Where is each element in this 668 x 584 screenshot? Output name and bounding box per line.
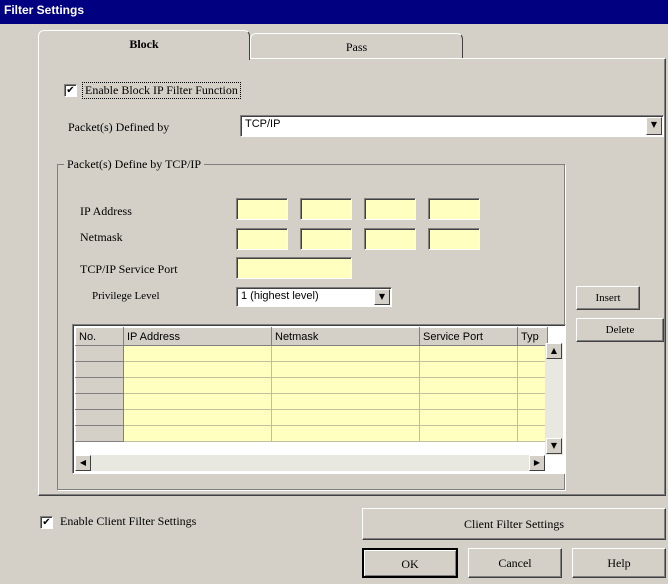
- column-header-service-port[interactable]: Service Port: [419, 327, 518, 346]
- table-cell[interactable]: [517, 377, 548, 394]
- table-cell[interactable]: [123, 409, 272, 426]
- rules-table[interactable]: No. IP Address Netmask Service Port Typ: [72, 324, 566, 474]
- table-cell[interactable]: [271, 393, 420, 410]
- privilege-level-value: 1 (highest level): [241, 290, 319, 302]
- tab-pass[interactable]: Pass: [250, 33, 463, 59]
- table-cell[interactable]: [419, 345, 518, 362]
- table-cell[interactable]: [517, 361, 548, 378]
- netmask-octet-2[interactable]: [300, 228, 352, 250]
- service-port-input[interactable]: [236, 257, 352, 279]
- privilege-level-label: Privilege Level: [92, 290, 160, 302]
- dropdown-arrow-icon[interactable]: ▼: [374, 289, 390, 305]
- column-header-ip-address[interactable]: IP Address: [123, 327, 272, 346]
- dropdown-arrow-icon[interactable]: ▼: [646, 117, 662, 135]
- table-row[interactable]: [75, 345, 548, 362]
- table-cell[interactable]: [123, 377, 272, 394]
- delete-button[interactable]: Delete: [576, 318, 664, 342]
- ip-address-octet-3[interactable]: [364, 198, 416, 220]
- table-cell[interactable]: [419, 361, 518, 378]
- column-header-type[interactable]: Typ: [517, 327, 548, 346]
- table-row[interactable]: [75, 377, 548, 394]
- table-cell[interactable]: [271, 425, 420, 442]
- table-cell[interactable]: [271, 361, 420, 378]
- ok-button[interactable]: OK: [362, 548, 458, 578]
- table-cell[interactable]: [517, 345, 548, 362]
- table-cell-no[interactable]: [75, 345, 124, 362]
- tab-block-label: Block: [129, 37, 159, 51]
- netmask-label: Netmask: [80, 230, 123, 244]
- table-cell[interactable]: [123, 345, 272, 362]
- table-cell-no[interactable]: [75, 393, 124, 410]
- table-cell-no[interactable]: [75, 409, 124, 426]
- privilege-level-select[interactable]: 1 (highest level) ▼: [236, 287, 392, 307]
- column-header-no[interactable]: No.: [75, 327, 124, 346]
- ip-address-octet-4[interactable]: [428, 198, 480, 220]
- ip-address-octet-1[interactable]: [236, 198, 288, 220]
- table-cell[interactable]: [419, 425, 518, 442]
- tab-pass-label: Pass: [345, 40, 368, 54]
- table-cell[interactable]: [123, 393, 272, 410]
- tab-block[interactable]: Block: [38, 30, 250, 60]
- horizontal-scrollbar[interactable]: [75, 455, 545, 471]
- packets-defined-by-label: Packet(s) Defined by: [68, 120, 170, 134]
- enable-block-label[interactable]: Enable Block IP Filter Function: [82, 82, 241, 99]
- netmask-octet-4[interactable]: [428, 228, 480, 250]
- table-cell[interactable]: [271, 409, 420, 426]
- window-title: Filter Settings: [4, 3, 85, 17]
- enable-block-checkbox[interactable]: ✔: [64, 84, 77, 97]
- tcpip-group-label: Packet(s) Define by TCP/IP: [64, 157, 205, 172]
- table-cell[interactable]: [517, 425, 548, 442]
- ip-address-octet-2[interactable]: [300, 198, 352, 220]
- checkmark-icon: ✔: [66, 85, 75, 96]
- table-row[interactable]: [75, 393, 548, 410]
- ip-address-label: IP Address: [80, 204, 132, 218]
- packets-defined-by-value: TCP/IP: [245, 118, 281, 130]
- scroll-up-icon[interactable]: ▲: [546, 343, 562, 359]
- cancel-button[interactable]: Cancel: [468, 548, 562, 578]
- service-port-label: TCP/IP Service Port: [80, 262, 178, 276]
- table-cell-no[interactable]: [75, 425, 124, 442]
- table-cell[interactable]: [517, 409, 548, 426]
- table-row[interactable]: [75, 361, 548, 378]
- insert-button[interactable]: Insert: [576, 286, 640, 310]
- table-cell-no[interactable]: [75, 361, 124, 378]
- checkmark-icon: ✔: [42, 517, 51, 528]
- table-cell[interactable]: [123, 361, 272, 378]
- table-cell[interactable]: [419, 409, 518, 426]
- netmask-octet-1[interactable]: [236, 228, 288, 250]
- table-cell[interactable]: [271, 345, 420, 362]
- scroll-left-icon[interactable]: ◀: [75, 455, 91, 471]
- help-button[interactable]: Help: [572, 548, 666, 578]
- table-row[interactable]: [75, 409, 548, 426]
- table-cell[interactable]: [123, 425, 272, 442]
- table-cell[interactable]: [271, 377, 420, 394]
- window-title-bar: Filter Settings: [0, 0, 668, 24]
- table-row[interactable]: [75, 425, 548, 442]
- table-cell[interactable]: [419, 393, 518, 410]
- table-cell[interactable]: [419, 377, 518, 394]
- enable-client-filter-checkbox[interactable]: ✔: [40, 516, 53, 529]
- scroll-right-icon[interactable]: ▶: [529, 455, 545, 471]
- scroll-down-icon[interactable]: ▼: [546, 438, 562, 454]
- enable-client-filter-label[interactable]: Enable Client Filter Settings: [60, 514, 196, 529]
- netmask-octet-3[interactable]: [364, 228, 416, 250]
- rules-table-grid: No. IP Address Netmask Service Port Typ: [75, 327, 548, 442]
- client-filter-settings-button[interactable]: Client Filter Settings: [362, 508, 666, 540]
- packets-defined-by-select[interactable]: TCP/IP ▼: [240, 115, 664, 137]
- table-header-row: No. IP Address Netmask Service Port Typ: [75, 327, 548, 346]
- table-cell[interactable]: [517, 393, 548, 410]
- table-cell-no[interactable]: [75, 377, 124, 394]
- column-header-netmask[interactable]: Netmask: [271, 327, 420, 346]
